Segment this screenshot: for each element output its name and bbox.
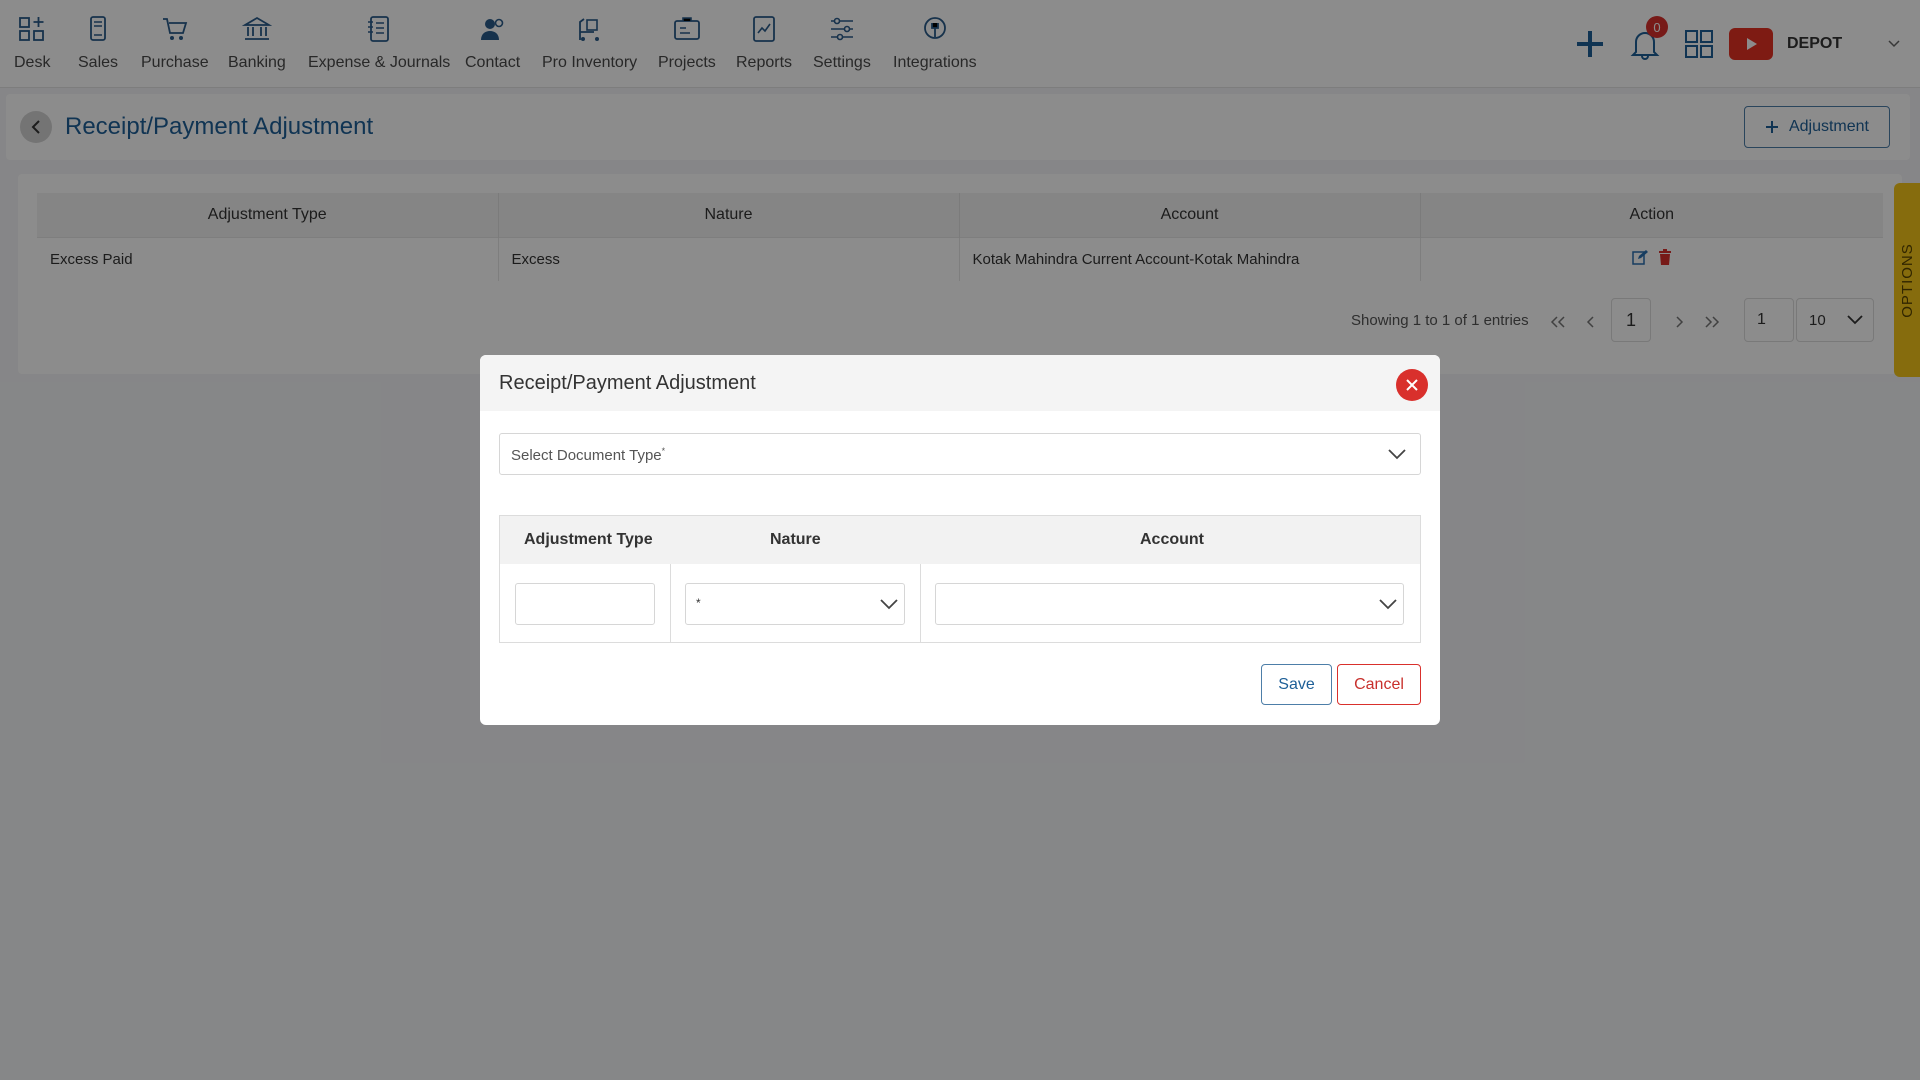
nature-select[interactable]: * <box>685 583 905 625</box>
column-divider <box>920 564 921 642</box>
document-type-select[interactable]: Select Document Type* <box>499 433 1421 475</box>
close-button[interactable] <box>1396 369 1428 401</box>
column-header-account: Account <box>1140 531 1204 548</box>
column-header-adjustment-type: Adjustment Type <box>524 531 653 548</box>
chevron-down-icon <box>1388 449 1406 460</box>
dialog-title: Receipt/Payment Adjustment <box>499 372 756 394</box>
column-header-nature: Nature <box>770 531 821 548</box>
adjustment-dialog: Receipt/Payment Adjustment Select Docume… <box>480 355 1440 725</box>
save-button[interactable]: Save <box>1261 664 1332 705</box>
adjustment-entry-table: Adjustment Type Nature Account * <box>499 515 1421 643</box>
chevron-down-icon <box>1379 599 1397 610</box>
dialog-header: Receipt/Payment Adjustment <box>480 355 1440 411</box>
document-type-placeholder: Select Document Type* <box>511 446 666 464</box>
adjustment-type-input[interactable] <box>515 583 655 625</box>
column-divider <box>670 564 671 642</box>
nature-value: * <box>696 596 701 610</box>
chevron-down-icon <box>880 599 898 610</box>
entry-table-header: Adjustment Type Nature Account <box>500 516 1420 564</box>
close-icon <box>1406 379 1418 391</box>
account-select[interactable] <box>935 583 1404 625</box>
cancel-button[interactable]: Cancel <box>1337 664 1421 705</box>
